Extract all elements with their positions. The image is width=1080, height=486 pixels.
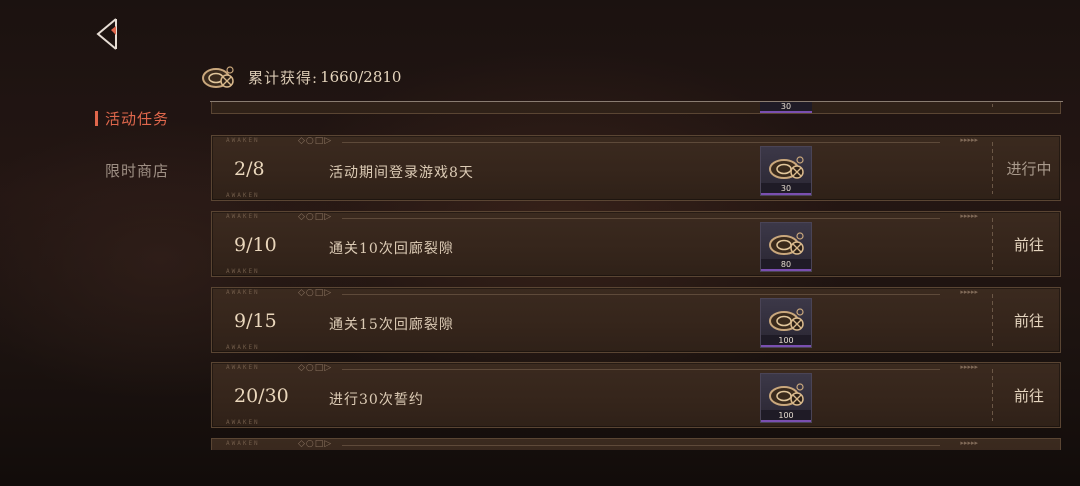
total-earned-current: 1660 [320,68,359,86]
task-description: 进行30次誓约 [329,392,424,408]
task-progress: 9/15 [234,310,277,332]
row-ornament: AWAKEN ◇○□▷ ▸▸▸▸▸ [226,363,978,373]
reward-count: 30 [760,102,812,113]
goto-button[interactable]: 前往 [996,212,1062,276]
compass-coin-icon [769,232,804,255]
row-ornament-bottom: AWAKEN [226,192,260,199]
task-row: AWAKEN ◇○□▷ ▸▸▸▸▸ AWAKEN 9/15 通关15次回廊裂隙 … [211,287,1061,353]
reward-count: 30 [761,183,811,195]
compass-coin-icon [769,308,804,331]
reward-item[interactable]: 30 [760,146,812,196]
total-earned-label: 累计获得: [248,68,319,87]
back-button[interactable] [92,16,126,52]
row-divider [992,142,993,194]
task-description: 通关10次回廊裂隙 [329,241,454,257]
sidebar: 活动任务 限时商店 [92,103,192,185]
task-progress: 2/8 [234,158,265,180]
task-progress: 20/30 [234,385,289,407]
goto-button[interactable]: 前往 [996,363,1062,427]
task-row: AWAKEN ◇○□▷ ▸▸▸▸▸ AWAKEN 9/10 通关10次回廊裂隙 … [211,211,1061,277]
row-ornament: AWAKEN ◇○□▷ ▸▸▸▸▸ [226,439,978,449]
row-divider [992,294,993,346]
row-divider [992,369,993,421]
task-row-partial-bottom: AWAKEN ◇○□▷ ▸▸▸▸▸ [211,438,1061,450]
goto-button[interactable]: 前往 [996,288,1062,352]
compass-coin-icon [769,156,804,179]
row-ornament: AWAKEN ◇○□▷ ▸▸▸▸▸ [226,212,978,222]
sidebar-item-label: 限时商店 [105,161,170,180]
compass-coin-icon [202,66,234,88]
reward-count: 80 [761,259,811,271]
reward-count: 100 [761,335,811,347]
task-status-in-progress: 进行中 [1006,159,1052,178]
row-ornament-bottom: AWAKEN [226,419,260,426]
sidebar-item-limited-shop[interactable]: 限时商店 [92,155,192,185]
reward-item[interactable]: 100 [760,298,812,348]
reward-count: 100 [761,410,811,422]
reward-item[interactable]: 80 [760,222,812,272]
task-list[interactable]: 30 AWAKEN ◇○□▷ ▸▸▸▸▸ AWAKEN 2/8 活动期间登录游戏… [210,102,1062,450]
task-row: AWAKEN ◇○□▷ ▸▸▸▸▸ AWAKEN 20/30 进行30次誓约 1… [211,362,1061,428]
task-row: AWAKEN ◇○□▷ ▸▸▸▸▸ AWAKEN 2/8 活动期间登录游戏8天 … [211,135,1061,201]
task-description: 活动期间登录游戏8天 [329,165,474,181]
currency-summary: 累计获得: 1660 /2810 [200,62,401,92]
reward-item[interactable]: 100 [760,373,812,423]
back-arrow-icon [96,18,117,50]
task-row-partial-top: 30 [211,102,1061,114]
row-ornament-bottom: AWAKEN [226,268,260,275]
row-divider [992,218,993,270]
row-divider [992,102,993,107]
sidebar-item-event-tasks[interactable]: 活动任务 [92,103,192,133]
total-earned-max: /2810 [358,68,402,86]
sidebar-item-label: 活动任务 [105,109,170,128]
task-description: 通关15次回廊裂隙 [329,317,454,333]
row-ornament: AWAKEN ◇○□▷ ▸▸▸▸▸ [226,136,978,146]
row-ornament-bottom: AWAKEN [226,344,260,351]
row-ornament: AWAKEN ◇○□▷ ▸▸▸▸▸ [226,288,978,298]
task-progress: 9/10 [234,234,277,256]
compass-coin-icon [769,383,804,406]
